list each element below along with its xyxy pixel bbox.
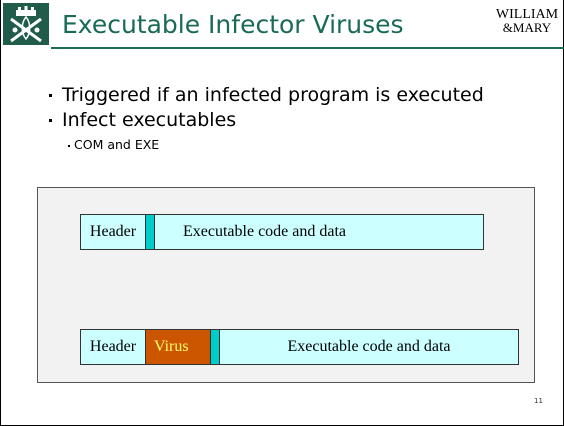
bullet-1-text: Triggered if an infected program is exec… [62, 84, 484, 106]
infected-body-segment: Executable code and data [219, 329, 519, 365]
original-header-label: Header [89, 223, 137, 240]
bullet-marker-icon [49, 94, 52, 97]
william-mary-logo: WILLIAM &MARY [492, 8, 562, 35]
slide-number: 11 [534, 397, 543, 405]
original-header-segment: Header [80, 214, 146, 250]
file-layout-diagram: Header Executable code and data Header V… [37, 187, 535, 383]
college-crest-icon [3, 3, 49, 45]
infected-header-label: Header [89, 338, 137, 355]
bullet-2: Infect executables [49, 109, 236, 131]
infected-body-label: Executable code and data [287, 338, 451, 355]
bullet-2-text: Infect executables [62, 109, 237, 131]
sub-bullet-marker-icon [68, 144, 70, 147]
sub-bullet-1-text: COM and EXE [74, 137, 160, 152]
virus-segment: Virus [145, 329, 211, 365]
virus-label: Virus [154, 338, 189, 355]
slide: Executable Infector Viruses WILLIAM &MAR… [0, 0, 564, 426]
bullet-marker-icon [49, 119, 52, 122]
original-body-segment: Executable code and data [154, 214, 484, 250]
infected-header-segment: Header [80, 329, 146, 365]
slide-title: Executable Infector Viruses [62, 10, 404, 39]
title-divider [51, 47, 564, 49]
original-body-label: Executable code and data [183, 223, 347, 240]
sub-bullet-1: COM and EXE [68, 137, 159, 152]
logo-line-2: &MARY [502, 20, 552, 35]
bullet-1: Triggered if an infected program is exec… [49, 84, 484, 106]
